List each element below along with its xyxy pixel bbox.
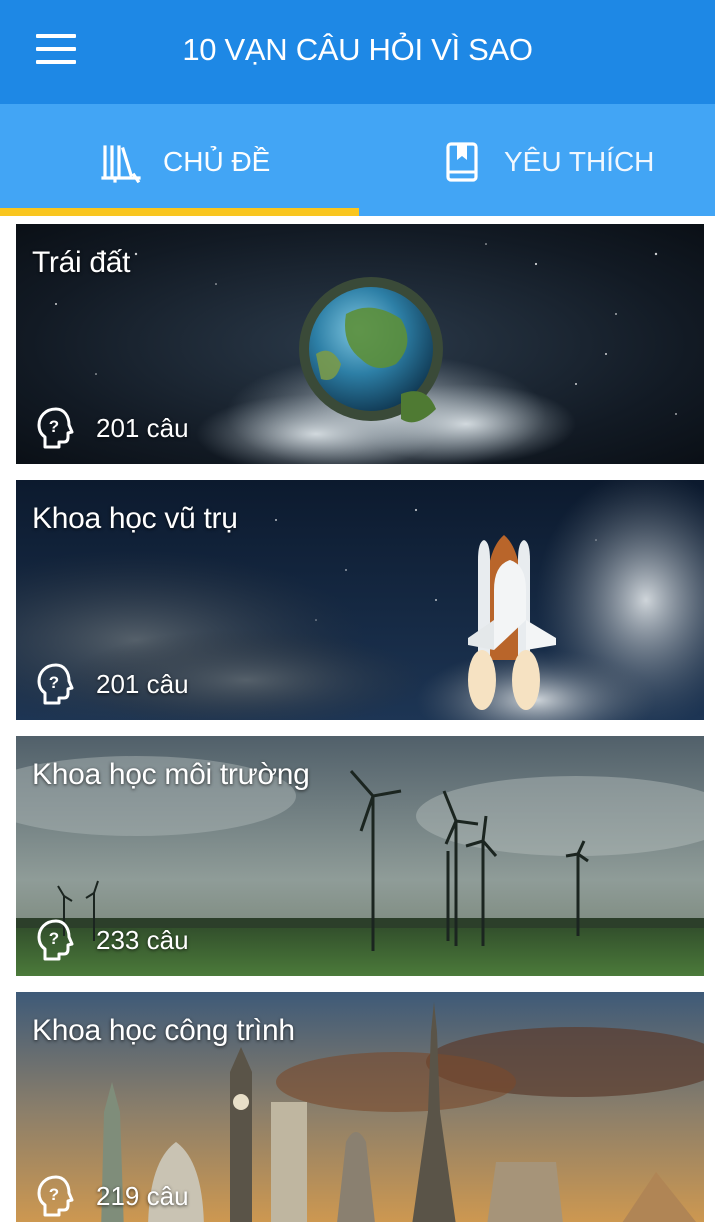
- library-books-icon: [101, 145, 141, 183]
- topic-card-earth[interactable]: Trái đất ? 201 câu: [16, 224, 704, 464]
- svg-text:?: ?: [49, 673, 59, 692]
- count-label: 233 câu: [96, 924, 189, 955]
- topic-title: Khoa học vũ trụ: [32, 502, 238, 535]
- topic-title: Trái đất: [32, 246, 131, 279]
- app-title: 10 VẠN CÂU HỎI VÌ SAO: [182, 32, 533, 67]
- question-head-icon: ?: [37, 1175, 74, 1217]
- topic-question-count: ? 233 câu: [36, 918, 189, 962]
- svg-text:?: ?: [49, 1185, 59, 1204]
- topic-card-environment[interactable]: Khoa học môi trường ? 233 câu: [16, 736, 704, 976]
- selected-tab-indicator: [0, 208, 359, 216]
- topic-question-count: ? 201 câu: [36, 662, 189, 706]
- topic-title: Khoa học công trình: [32, 1014, 295, 1047]
- svg-text:?: ?: [49, 417, 59, 436]
- question-head-icon: ?: [37, 919, 74, 961]
- count-label: 201 câu: [96, 668, 189, 699]
- tab-favorites[interactable]: YÊU THÍCH: [358, 104, 715, 216]
- tab-topics[interactable]: CHỦ ĐỀ: [0, 104, 357, 216]
- count-label: 201 câu: [96, 412, 189, 443]
- app-bar: 10 VẠN CÂU HỎI VÌ SAO: [0, 0, 715, 104]
- bookmark-book-icon: [446, 142, 478, 182]
- question-head-icon: ?: [37, 663, 74, 705]
- topic-card-construction[interactable]: Khoa học công trình ? 219 câu: [16, 992, 704, 1222]
- topic-question-count: ? 219 câu: [36, 1174, 189, 1218]
- tab-topics-label: CHỦ ĐỀ: [163, 146, 271, 177]
- topic-title: Khoa học môi trường: [32, 758, 310, 791]
- question-head-icon: ?: [37, 407, 74, 449]
- topic-card-space[interactable]: Khoa học vũ trụ ? 201 câu: [16, 480, 704, 720]
- svg-text:?: ?: [49, 929, 59, 948]
- tab-bar: CHỦ ĐỀ YÊU THÍCH: [0, 104, 715, 216]
- topic-question-count: ? 201 câu: [36, 406, 189, 450]
- tab-favorites-label: YÊU THÍCH: [504, 146, 655, 177]
- count-label: 219 câu: [96, 1180, 189, 1211]
